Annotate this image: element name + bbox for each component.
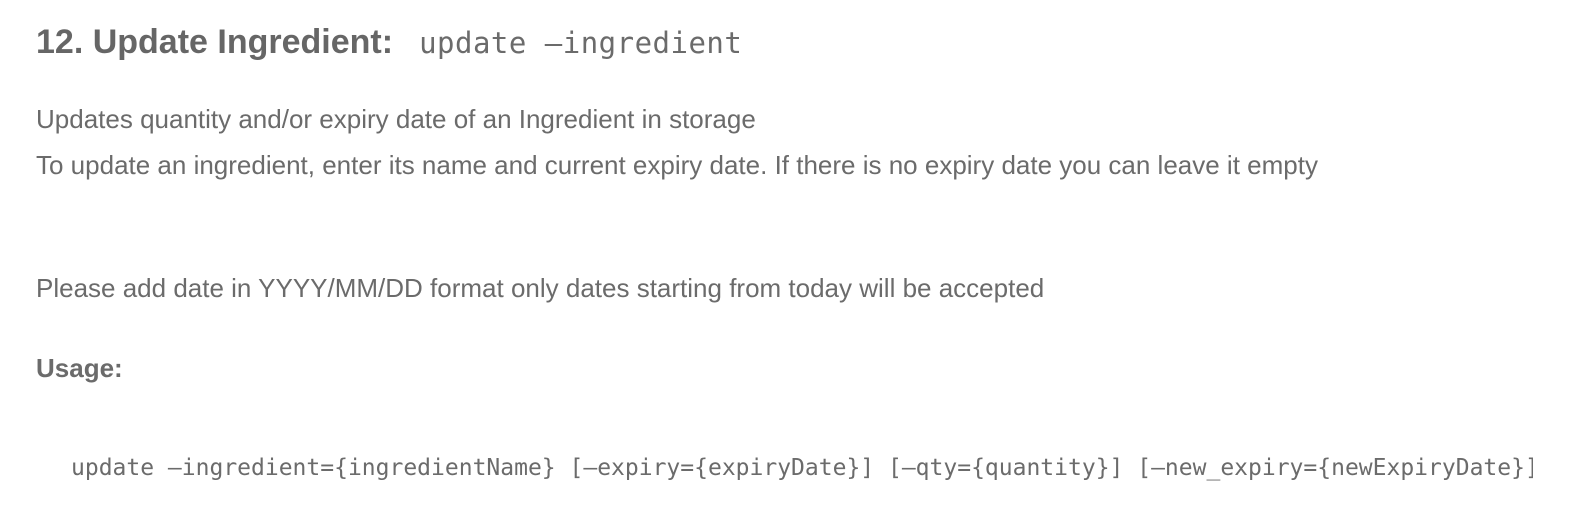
description-line-1: Updates quantity and/or expiry date of a… bbox=[36, 104, 756, 134]
section-command: update –ingredient bbox=[419, 26, 743, 60]
usage-code: update –ingredient={ingredientName} [–ex… bbox=[71, 455, 1533, 481]
date-format-note: Please add date in YYYY/MM/DD format onl… bbox=[36, 273, 1045, 303]
usage-code-block[interactable]: update –ingredient={ingredientName} [–ex… bbox=[36, 448, 1533, 488]
section-heading: 12. Update Ingredient: update –ingredient bbox=[36, 22, 742, 63]
section-title: 12. Update Ingredient: bbox=[36, 23, 394, 61]
description-line-2: To update an ingredient, enter its name … bbox=[36, 150, 1318, 180]
usage-label: Usage: bbox=[36, 353, 123, 383]
